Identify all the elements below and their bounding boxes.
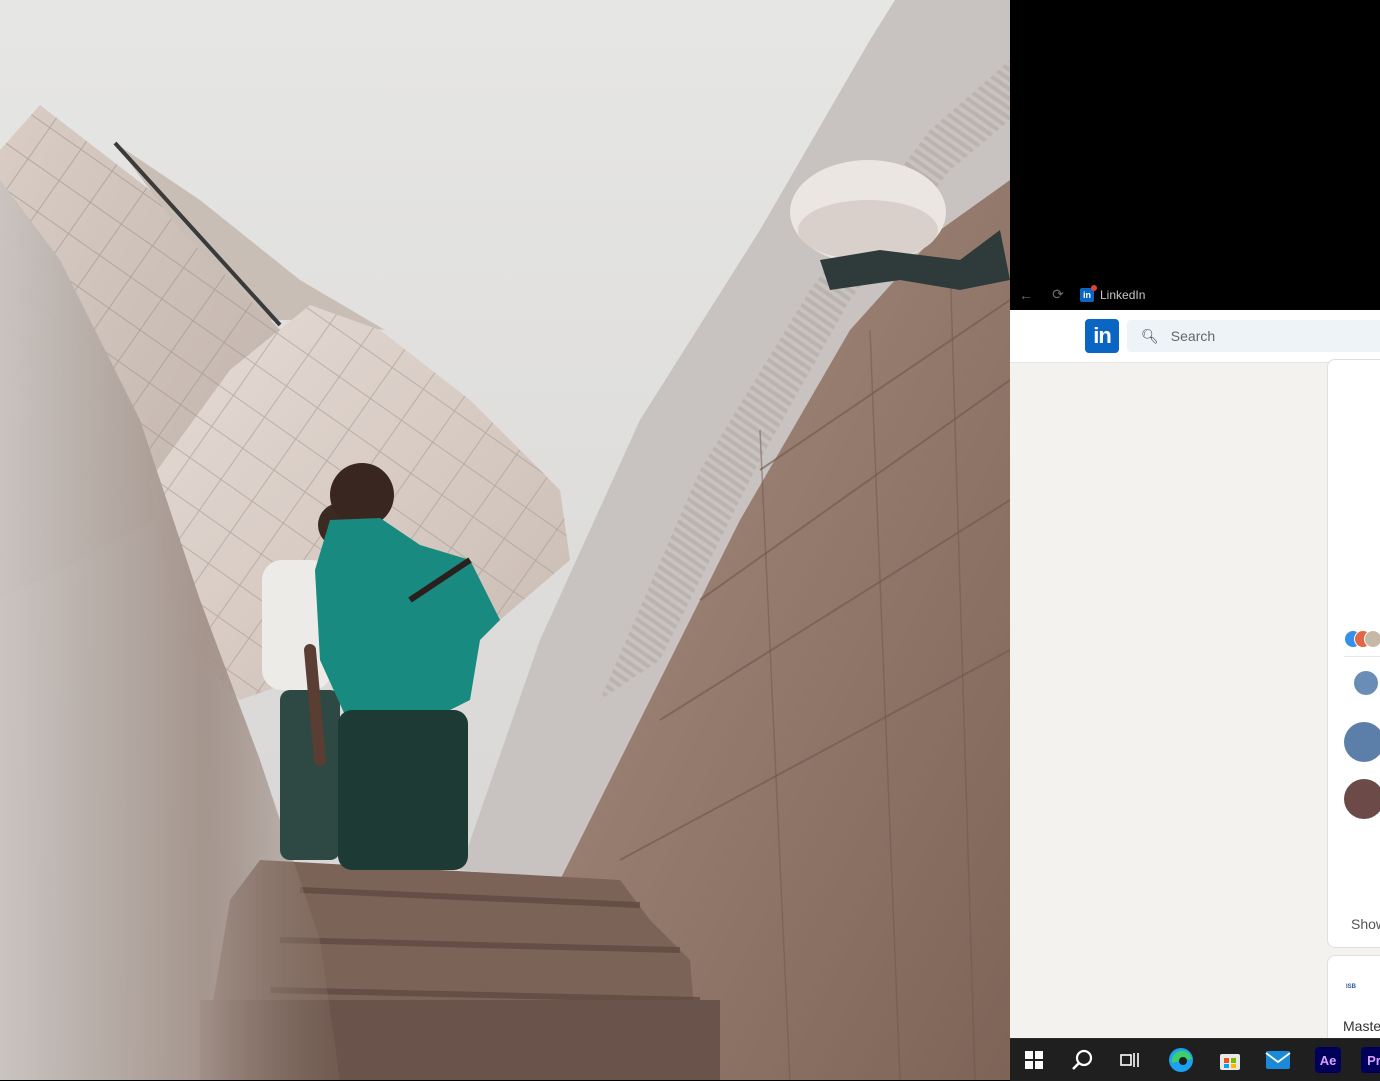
store-icon[interactable]	[1216, 1046, 1244, 1074]
back-arrow-icon[interactable]: ←	[1016, 285, 1036, 305]
lotus-temple-photo	[0, 0, 1010, 1080]
browser-titlebar: ← ⟳ in LinkedIn	[1010, 279, 1380, 310]
premiere-label: Pr	[1361, 1047, 1380, 1073]
search-input[interactable]	[1168, 327, 1373, 345]
premiere-icon[interactable]: Pr	[1360, 1046, 1380, 1074]
search-icon[interactable]	[1068, 1046, 1096, 1074]
linkedin-favicon-icon: in	[1080, 284, 1097, 302]
after-effects-label: Ae	[1315, 1047, 1341, 1073]
show-more-link[interactable]: Show	[1351, 916, 1380, 932]
mail-icon[interactable]	[1264, 1046, 1292, 1074]
video-frame	[0, 0, 1010, 1080]
isb-logo: ISB	[1346, 984, 1357, 990]
ad-card[interactable]: ISB Maste	[1327, 955, 1380, 1038]
search-icon: 🔍︎	[1141, 327, 1159, 344]
linkedin-logo[interactable]: in	[1085, 319, 1119, 353]
edge-icon[interactable]	[1167, 1046, 1195, 1074]
avatar[interactable]	[1354, 671, 1378, 695]
notification-dot	[1091, 284, 1097, 291]
task-view-icon[interactable]	[1116, 1046, 1144, 1074]
windows-icon[interactable]	[1020, 1046, 1048, 1074]
avatar[interactable]	[1344, 722, 1380, 762]
avatar[interactable]	[1344, 779, 1380, 819]
search-box[interactable]: 🔍︎	[1127, 320, 1380, 352]
linkedin-header: in 🔍︎	[1010, 310, 1380, 363]
reaction-icons[interactable]	[1344, 630, 1380, 650]
after-effects-icon[interactable]: Ae	[1314, 1046, 1342, 1074]
support-reaction-icon	[1364, 630, 1380, 648]
reload-icon[interactable]: ⟳	[1048, 285, 1068, 305]
linkedin-logo-text: in	[1093, 323, 1112, 348]
linkedin-feed: Show ISB Maste	[1010, 359, 1380, 1038]
taskbar: Ae Pr	[1010, 1038, 1380, 1081]
browser-window: ← ⟳ in LinkedIn in 🔍︎ Show ISB Maste	[1010, 0, 1380, 1038]
tab-title[interactable]: LinkedIn	[1100, 288, 1145, 302]
divider	[1344, 656, 1380, 657]
ad-title[interactable]: Maste	[1343, 1018, 1380, 1034]
feed-post-card: Show	[1327, 359, 1380, 948]
